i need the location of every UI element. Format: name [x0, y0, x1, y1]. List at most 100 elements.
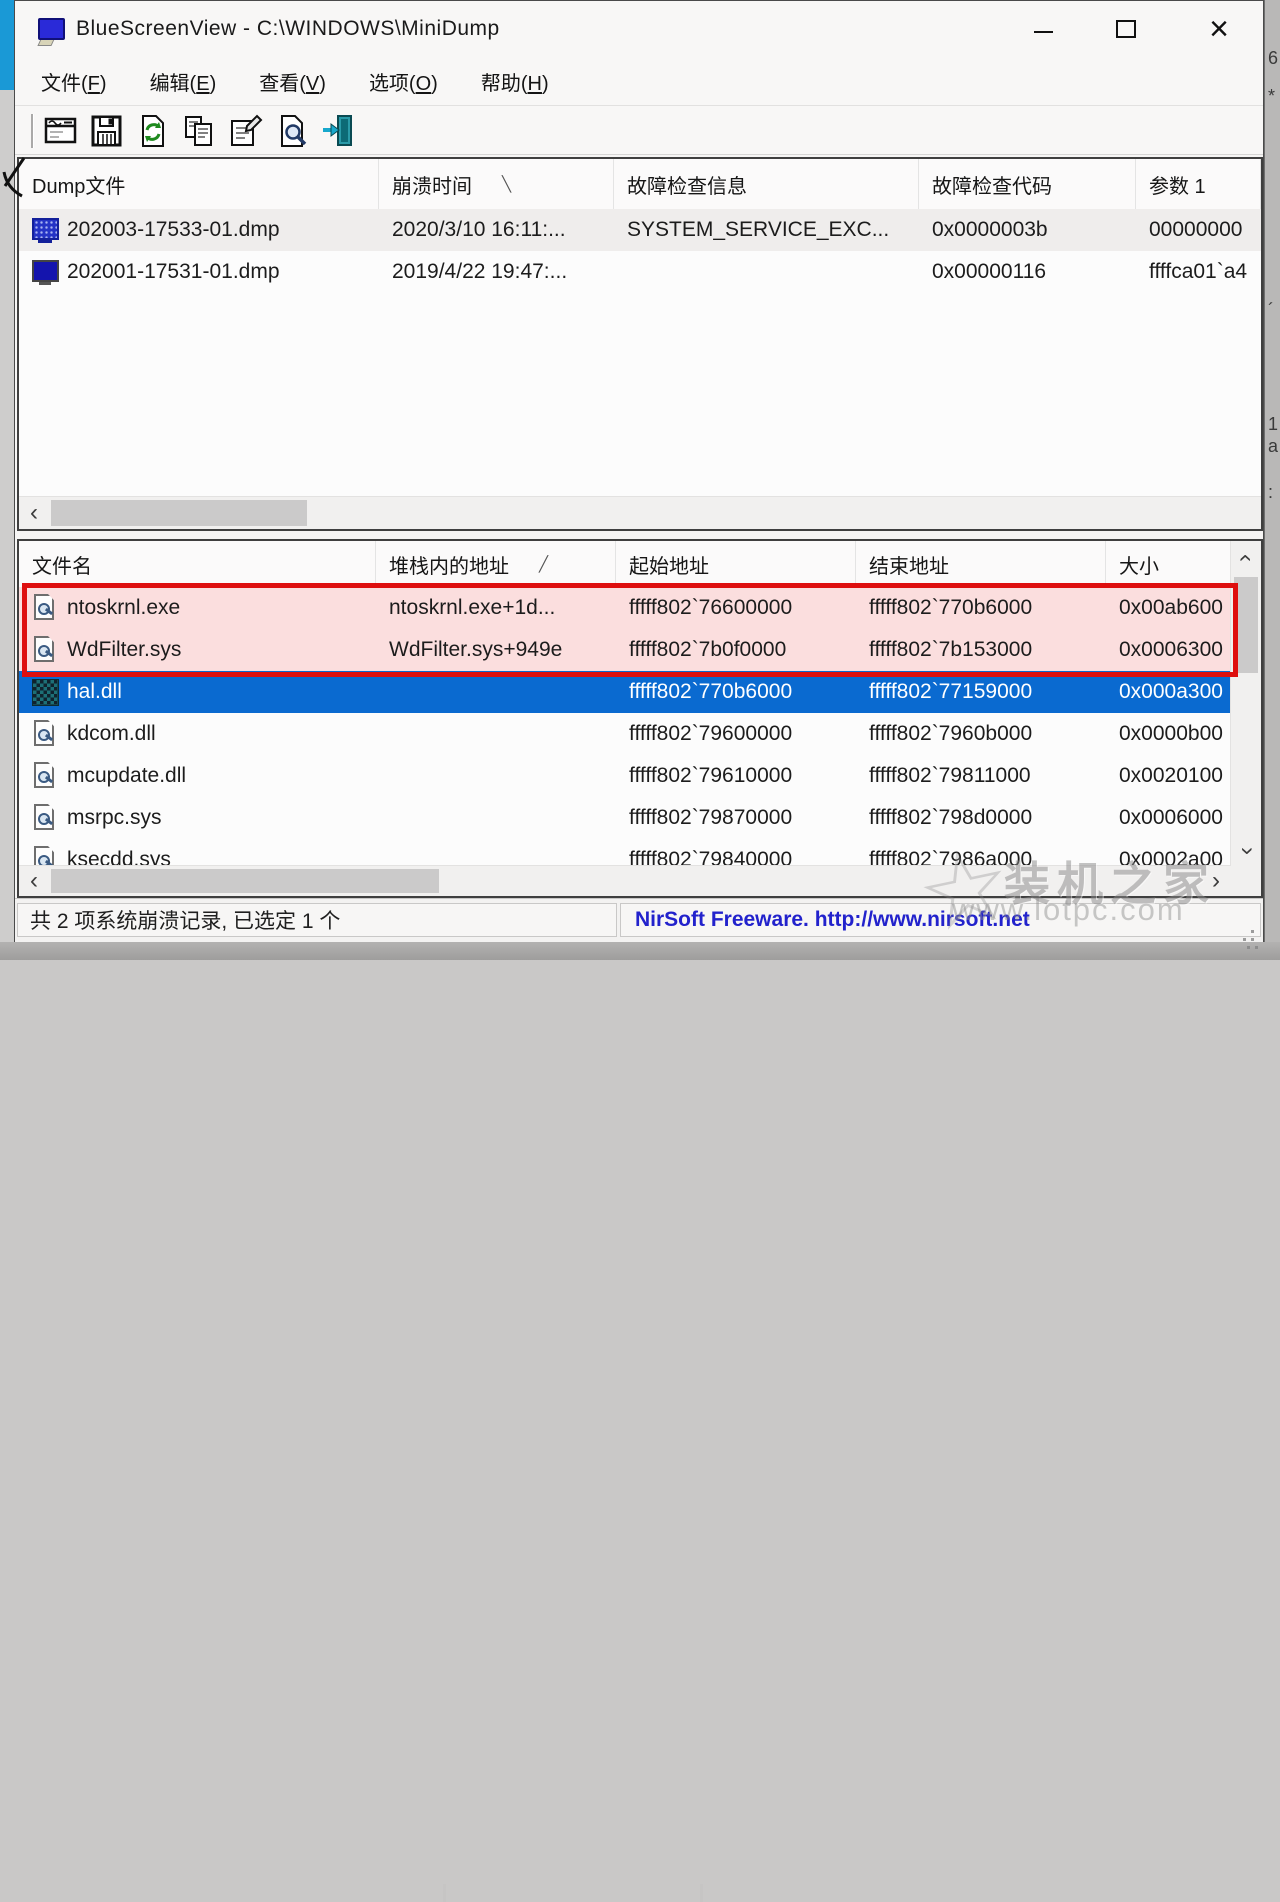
hscroll-thumb[interactable]: [51, 869, 439, 893]
column-label: 大小: [1119, 550, 1159, 579]
cell-text: mcupdate.dll: [67, 764, 186, 788]
hscroll-thumb[interactable]: [51, 500, 307, 526]
table-row[interactable]: ksecdd.sys fffff802`79840000fffff802`7986…: [19, 839, 1261, 866]
blue-monitor-icon: [31, 258, 59, 286]
table-row[interactable]: msrpc.sysfffff802`79870000fffff802`798d0…: [19, 797, 1261, 839]
menu-item-h[interactable]: 帮助(H): [481, 67, 570, 96]
cell-to_address: fffff802`77159000: [856, 671, 1106, 713]
toolbar: [15, 105, 1263, 155]
column-header-4[interactable]: 故障检查代码: [919, 159, 1136, 209]
column-label: 崩溃时间: [392, 170, 472, 199]
resize-grip[interactable]: [1251, 930, 1254, 933]
driver-file-icon: [31, 594, 59, 622]
menu-item-o[interactable]: 选项(O): [369, 67, 459, 96]
cell-text: msrpc.sys: [67, 806, 162, 830]
cell-filename: ntoskrnl.exe: [19, 587, 376, 629]
menu-item-f[interactable]: 文件(F): [41, 67, 128, 96]
advanced-options-icon: [43, 114, 79, 148]
column-header-2[interactable]: 堆栈内的地址╱: [376, 541, 616, 587]
table-row[interactable]: kdcom.dllfffff802`79600000fffff802`7960b…: [19, 713, 1261, 755]
cell-filename: hal.dll: [19, 671, 376, 713]
maximize-button[interactable]: [1102, 1, 1150, 57]
table-row[interactable]: 202001-17531-01.dmp2019/4/22 19:47:...0x…: [19, 251, 1261, 293]
cell-from_address: fffff802`79840000: [616, 839, 856, 866]
cell-bug_check_code: 0x00000116: [919, 251, 1136, 293]
column-label: 起始地址: [629, 550, 709, 579]
save-button[interactable]: [85, 109, 129, 153]
column-label: 文件名: [32, 550, 92, 579]
properties-button[interactable]: [223, 109, 267, 153]
column-header-5[interactable]: 大小: [1106, 541, 1231, 587]
status-bar: 共 2 项系统崩溃记录, 已选定 1 个 NirSoft Freeware. h…: [15, 898, 1263, 942]
nirsoft-freeware-link[interactable]: NirSoft Freeware. http://www.nirsoft.net: [620, 903, 1261, 937]
column-header-3[interactable]: 起始地址: [616, 541, 856, 587]
cell-address_in_stack: WdFilter.sys+949e: [376, 629, 616, 671]
cell-from_address: fffff802`770b6000: [616, 671, 856, 713]
find-button[interactable]: [271, 109, 315, 153]
cell-address_in_stack: [376, 839, 616, 866]
cell-text: ksecdd.sys: [67, 848, 171, 866]
cell-text: kdcom.dll: [67, 722, 156, 746]
cell-file: 202003-17533-01.dmp: [19, 209, 379, 251]
table-row[interactable]: WdFilter.sysWdFilter.sys+949efffff802`7b…: [19, 629, 1261, 671]
crash-list-hscrollbar[interactable]: ‹: [19, 496, 1261, 529]
table-row[interactable]: mcupdate.dllfffff802`79610000fffff802`79…: [19, 755, 1261, 797]
copy-icon: [181, 114, 217, 148]
driver-file-icon: [31, 804, 59, 832]
scroll-up-icon[interactable]: ‹: [1231, 543, 1261, 573]
cell-address_in_stack: [376, 713, 616, 755]
table-row[interactable]: ntoskrnl.exentoskrnl.exe+1d...fffff802`7…: [19, 587, 1261, 629]
status-summary: 共 2 项系统崩溃记录, 已选定 1 个: [17, 903, 617, 937]
copy-button[interactable]: [177, 109, 221, 153]
desktop-left-edge: [0, 0, 14, 960]
table-row[interactable]: hal.dll fffff802`770b6000fffff802`7715900…: [19, 671, 1261, 713]
cell-to_address: fffff802`7986a000: [856, 839, 1106, 866]
scroll-left-icon[interactable]: ‹: [19, 497, 49, 529]
cell-text: 202003-17533-01.dmp: [67, 218, 280, 242]
advanced-options-button[interactable]: [39, 109, 83, 153]
scroll-down-icon[interactable]: ‹: [1231, 836, 1261, 866]
background-text-fragment: :: [1268, 482, 1273, 503]
column-label: 结束地址: [869, 550, 949, 579]
cell-to_address: fffff802`770b6000: [856, 587, 1106, 629]
driver-list-hscrollbar[interactable]: ‹ ‹: [19, 865, 1231, 896]
crash-list-pane: Dump文件崩溃时间╲故障检查信息故障检查代码参数 1 202003-17533…: [17, 157, 1263, 531]
background-text-fragment: *: [1268, 86, 1275, 107]
app-bluescreen-icon: [36, 15, 64, 43]
minimize-button[interactable]: [1019, 1, 1067, 57]
background-text-fragment: 1: [1268, 414, 1278, 435]
properties-icon: [227, 114, 263, 148]
cell-address_in_stack: [376, 755, 616, 797]
driver-file-icon: [31, 846, 59, 866]
column-header-5[interactable]: 参数 1: [1136, 159, 1261, 209]
column-label: 堆栈内的地址: [389, 550, 509, 579]
column-header-2[interactable]: 崩溃时间╲: [379, 159, 614, 209]
column-header-1[interactable]: 文件名: [19, 541, 376, 587]
background-text-fragment: a: [1268, 436, 1278, 457]
cell-filename: WdFilter.sys: [19, 629, 376, 671]
scroll-left-icon[interactable]: ‹: [19, 866, 49, 896]
cell-to_address: fffff802`79811000: [856, 755, 1106, 797]
column-header-3[interactable]: 故障检查信息: [614, 159, 919, 209]
menu-item-e[interactable]: 编辑(E): [150, 67, 238, 96]
toolbar-grip[interactable]: [31, 114, 34, 148]
column-header-1[interactable]: Dump文件: [19, 159, 379, 209]
cell-bug_check_string: SYSTEM_SERVICE_EXC...: [614, 209, 919, 251]
title-bar[interactable]: BlueScreenView - C:\WINDOWS\MiniDump ×: [15, 1, 1263, 57]
close-button[interactable]: ×: [1195, 1, 1243, 57]
column-header-4[interactable]: 结束地址: [856, 541, 1106, 587]
driver-list-vscrollbar[interactable]: ‹ ‹: [1230, 541, 1261, 866]
cell-from_address: fffff802`79600000: [616, 713, 856, 755]
exit-button[interactable]: [317, 109, 361, 153]
scroll-right-icon[interactable]: ‹: [1201, 866, 1231, 896]
cell-crash_time: 2020/3/10 16:11:...: [379, 209, 614, 251]
menu-item-v[interactable]: 查看(V): [259, 67, 347, 96]
cell-from_address: fffff802`7b0f0000: [616, 629, 856, 671]
cell-to_address: fffff802`7b153000: [856, 629, 1106, 671]
refresh-button[interactable]: [131, 109, 175, 153]
table-row[interactable]: 202003-17533-01.dmp 2020/3/10 16:11:...SY…: [19, 209, 1261, 251]
cell-text: ntoskrnl.exe: [67, 596, 180, 620]
cell-filename: mcupdate.dll: [19, 755, 376, 797]
vscroll-thumb[interactable]: [1234, 577, 1258, 673]
taskbar-seam: [443, 1884, 446, 1902]
